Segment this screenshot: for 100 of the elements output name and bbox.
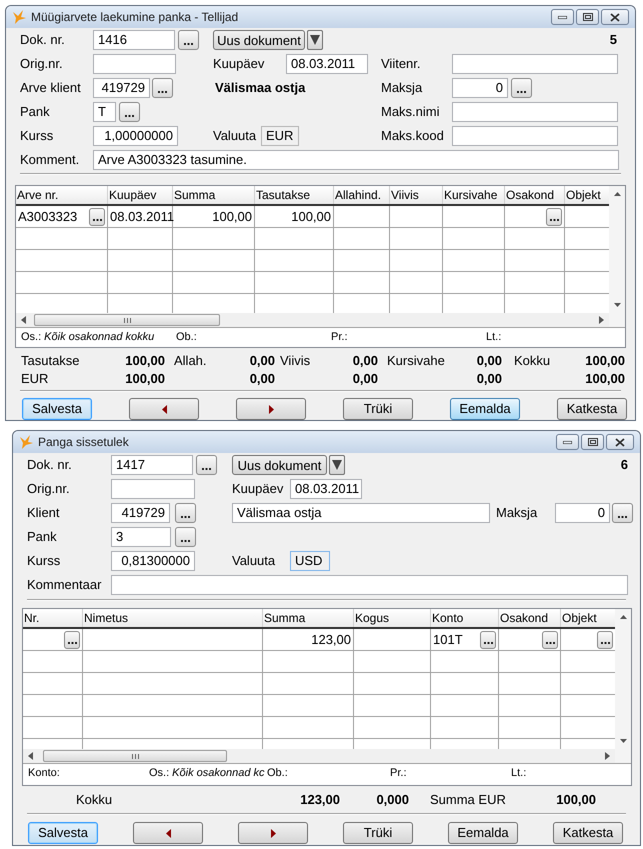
picker-button[interactable] (511, 78, 532, 98)
vertical-scrollbar[interactable] (609, 186, 625, 327)
scroll-down-icon[interactable] (614, 303, 620, 307)
column-header[interactable]: Nimetus (84, 609, 128, 627)
total-value: 0,00 (352, 352, 378, 370)
input-field[interactable]: USD (290, 551, 330, 571)
input-field[interactable] (452, 102, 618, 122)
scroll-down-icon[interactable] (620, 739, 626, 743)
input-field[interactable] (452, 54, 618, 74)
previous-button[interactable] (129, 398, 199, 420)
input-field[interactable]: 1416 (93, 30, 175, 50)
input-field[interactable] (93, 54, 176, 74)
minimize-button[interactable] (556, 434, 579, 450)
input-field[interactable]: 08.03.2011 (286, 54, 368, 74)
input-field[interactable] (111, 479, 195, 499)
picker-button[interactable] (178, 30, 199, 50)
minimize-button[interactable] (551, 9, 574, 25)
input-field[interactable] (111, 575, 628, 595)
close-button[interactable] (601, 9, 629, 25)
input-field[interactable]: 419729 (93, 78, 150, 98)
dialog-button[interactable]: Eemalda (450, 398, 520, 420)
scroll-left-icon[interactable] (21, 316, 26, 324)
picker-button[interactable] (175, 527, 196, 547)
column-header[interactable]: Summa (264, 609, 306, 627)
new-document-button[interactable]: Uus dokument (213, 30, 305, 50)
scroll-up-icon[interactable] (614, 192, 620, 196)
input-field[interactable]: 0 (555, 503, 610, 523)
picker-button[interactable] (64, 630, 80, 648)
horizontal-scrollbar[interactable] (16, 313, 609, 327)
dialog-button[interactable]: Katkesta (553, 822, 623, 844)
column-header[interactable]: Osakond (500, 609, 548, 627)
vertical-scrollbar[interactable] (615, 609, 631, 763)
picker-button[interactable] (612, 503, 633, 523)
picker-button[interactable] (542, 630, 558, 648)
column-header[interactable]: Konto (432, 609, 464, 627)
input-field[interactable]: 419729 (111, 503, 170, 523)
input-field[interactable]: Välismaa ostja (232, 503, 490, 523)
picker-button[interactable] (89, 208, 105, 226)
column-header[interactable]: Summa (174, 186, 216, 204)
scrollbar-thumb[interactable] (34, 314, 220, 326)
input-field[interactable]: T (93, 102, 116, 122)
dialog-button[interactable]: Salvesta (22, 398, 92, 420)
input-field[interactable]: 08.03.2011 (290, 479, 362, 499)
scroll-up-icon[interactable] (620, 615, 626, 619)
maximize-button[interactable] (581, 434, 604, 450)
dropdown-button[interactable] (329, 455, 345, 475)
picker-button[interactable] (480, 630, 496, 648)
column-header[interactable]: Objekt (562, 609, 597, 627)
column-header[interactable]: Kogus (355, 609, 390, 627)
column-header[interactable]: Osakond (506, 186, 554, 204)
field-label: Kommentaar (27, 576, 102, 594)
column-header[interactable]: Allahind. (335, 186, 382, 204)
input-field[interactable]: 0,81300000 (111, 551, 195, 571)
input-field[interactable]: 3 (111, 527, 171, 547)
scroll-left-icon[interactable] (28, 752, 33, 760)
grid-cell (431, 673, 499, 695)
grid-cell (443, 250, 505, 272)
previous-button[interactable] (133, 822, 203, 844)
input-field[interactable] (452, 126, 618, 146)
picker-button[interactable] (196, 455, 217, 475)
picker-button[interactable] (175, 503, 196, 523)
horizontal-scrollbar[interactable] (23, 749, 615, 763)
grid-cell (443, 272, 505, 294)
column-header[interactable]: Kuupäev (109, 186, 156, 204)
grid-cell (505, 272, 565, 294)
dropdown-button[interactable] (307, 30, 323, 50)
column-header[interactable]: Arve nr. (17, 186, 58, 204)
total-value: 100,00 (556, 791, 596, 810)
status-label: Ob.: (267, 766, 288, 782)
next-button[interactable] (238, 822, 308, 844)
close-button[interactable] (606, 434, 634, 450)
picker-button[interactable] (597, 630, 613, 648)
field-label: Dok. nr. (20, 31, 66, 50)
column-header[interactable]: Tasutakse (256, 186, 310, 204)
picker-button[interactable] (546, 208, 562, 226)
dialog-button[interactable]: Katkesta (557, 398, 627, 420)
input-field[interactable]: 0 (452, 78, 508, 98)
picker-button[interactable] (152, 78, 173, 98)
column-header[interactable]: Nr. (24, 609, 40, 627)
column-header[interactable]: Viivis (391, 186, 419, 204)
input-field[interactable]: EUR (261, 126, 299, 146)
dialog-button[interactable]: Salvesta (28, 822, 98, 844)
next-button[interactable] (236, 398, 306, 420)
picker-button[interactable] (119, 102, 140, 122)
scroll-right-icon[interactable] (599, 316, 604, 324)
input-field[interactable]: 1,00000000 (93, 126, 178, 146)
input-field[interactable]: 1417 (111, 455, 193, 475)
grip-icon (132, 754, 138, 758)
column-header[interactable]: Kursivahe (444, 186, 498, 204)
minimize-icon (563, 440, 572, 444)
dialog-button[interactable]: Eemalda (448, 822, 518, 844)
dialog-button[interactable]: Trüki (343, 822, 413, 844)
scroll-right-icon[interactable] (605, 752, 610, 760)
maximize-button[interactable] (576, 9, 599, 25)
column-header[interactable]: Objekt (566, 186, 601, 204)
scrollbar-thumb[interactable] (43, 750, 227, 762)
dialog-button[interactable]: Trüki (343, 398, 413, 420)
new-document-button[interactable]: Uus dokument (232, 455, 327, 475)
input-field[interactable]: Arve A3003323 tasumine. (93, 150, 619, 170)
field-label: Valuuta (213, 127, 258, 146)
